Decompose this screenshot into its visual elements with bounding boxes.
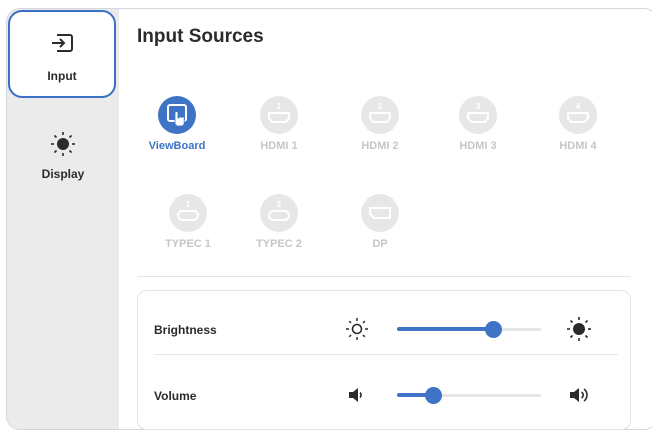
source-hdmi-3[interactable]: 3 HDMI 3 [433, 96, 523, 158]
source-viewboard[interactable]: ViewBoard [132, 96, 222, 158]
page-title: Input Sources [137, 26, 264, 47]
sun-outline-icon [345, 317, 369, 346]
volume-label: Volume [154, 389, 197, 403]
controls-panel: Brightness Volume [137, 290, 631, 430]
svg-text:1: 1 [186, 200, 191, 209]
slider-fill [397, 327, 493, 331]
row-divider [154, 354, 618, 355]
sidebar: Input Display [7, 9, 119, 429]
source-label: TYPEC 2 [256, 238, 302, 250]
slider-knob[interactable] [485, 321, 502, 338]
hdmi-icon: 2 [361, 96, 399, 134]
brightness-slider[interactable] [397, 321, 541, 338]
usb-c-icon: 1 [169, 194, 207, 232]
svg-text:2: 2 [277, 200, 282, 209]
hdmi-icon: 3 [459, 96, 497, 134]
svg-text:3: 3 [476, 102, 481, 111]
volume-low-icon [347, 387, 365, 408]
tab-display-label: Display [41, 167, 85, 181]
svg-text:2: 2 [378, 102, 383, 111]
tab-display[interactable]: Display [7, 124, 119, 194]
source-dp[interactable]: DP [335, 194, 425, 256]
source-label: HDMI 1 [260, 140, 298, 152]
source-label: ViewBoard [148, 140, 206, 152]
sun-icon [50, 131, 76, 162]
source-label: HDMI 3 [459, 140, 497, 152]
source-label: HDMI 4 [559, 140, 597, 152]
svg-text:4: 4 [576, 102, 581, 111]
input-icon [50, 32, 74, 59]
source-hdmi-2[interactable]: 2 HDMI 2 [335, 96, 425, 158]
tab-input-label: Input [47, 69, 77, 83]
source-typec-2[interactable]: 2 TYPEC 2 [234, 194, 324, 256]
source-typec-1[interactable]: 1 TYPEC 1 [143, 194, 233, 256]
volume-high-icon [568, 385, 592, 410]
hdmi-icon: 1 [260, 96, 298, 134]
displayport-icon [361, 194, 399, 232]
sun-icon [566, 316, 592, 347]
source-hdmi-1[interactable]: 1 HDMI 1 [234, 96, 324, 158]
svg-text:1: 1 [277, 102, 282, 111]
tab-input[interactable]: Input [8, 10, 116, 98]
source-label: DP [372, 238, 388, 250]
slider-knob[interactable] [425, 387, 442, 404]
source-label: HDMI 2 [361, 140, 399, 152]
brightness-label: Brightness [154, 323, 217, 337]
source-hdmi-4[interactable]: 4 HDMI 4 [533, 96, 623, 158]
usb-c-icon: 2 [260, 194, 298, 232]
viewboard-touch-icon [158, 96, 196, 134]
hdmi-icon: 4 [559, 96, 597, 134]
source-label: TYPEC 1 [165, 238, 211, 250]
section-divider [137, 276, 631, 277]
volume-slider[interactable] [397, 387, 541, 404]
